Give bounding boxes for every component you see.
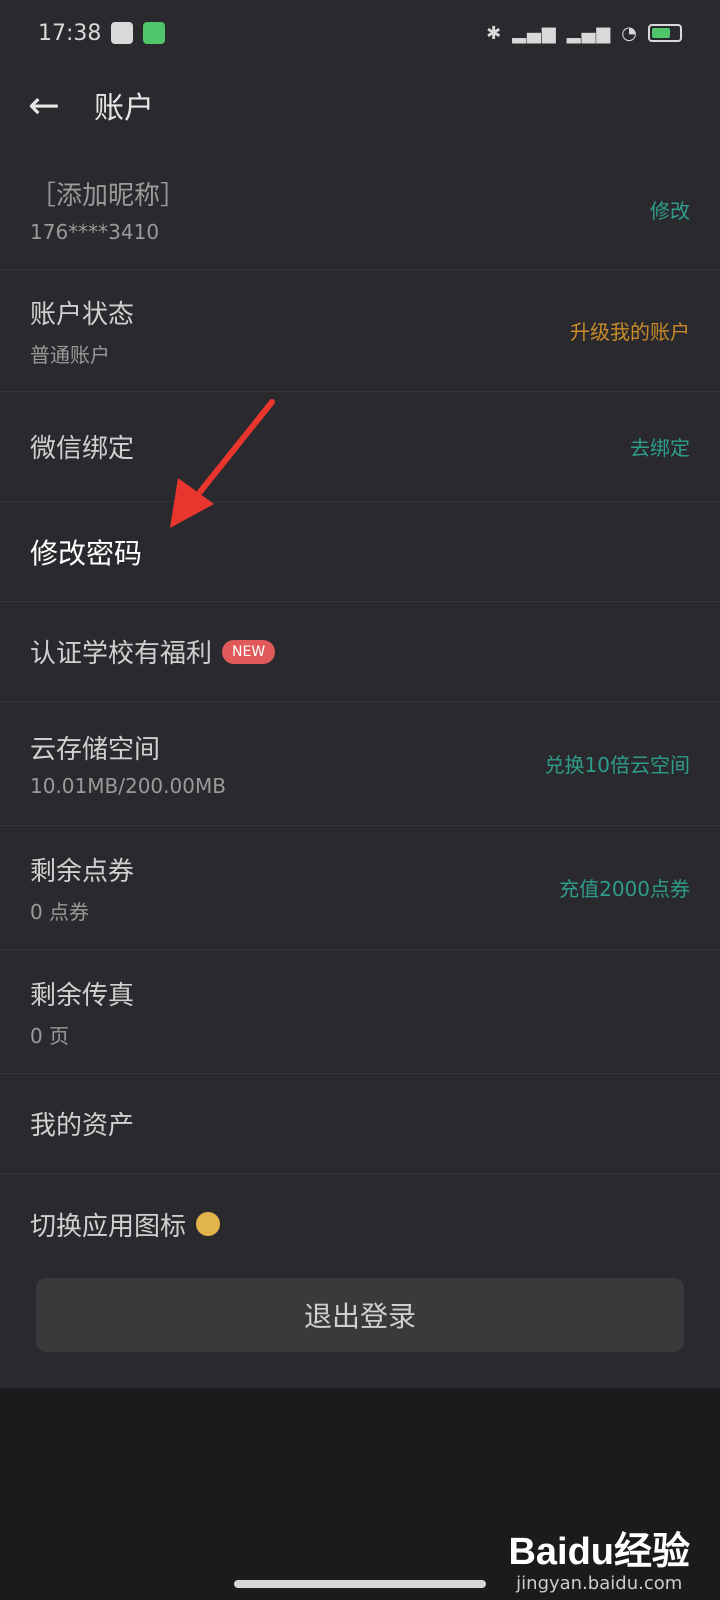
row-left: 剩余点券 0 点券 (30, 851, 134, 925)
message-icon (111, 22, 134, 44)
row-sub: 0 点券 (30, 899, 90, 924)
row-label: 剩余点券 (30, 856, 135, 887)
logout-button[interactable]: 退出登录 (36, 1278, 684, 1352)
row-left: 切换应用图标 (30, 1206, 221, 1243)
signal-icon: ▂▄▆ (512, 22, 557, 44)
nickname: ［添加昵称］ (30, 181, 187, 211)
row-wechat-binding[interactable]: 微信绑定 去绑定 (0, 392, 720, 502)
baidu-jingyan-watermark: Baidu经验 jingyan.baidu.com (508, 1520, 690, 1594)
row-change-password[interactable]: 修改密码 (0, 502, 720, 602)
row-left: 认证学校有福利 NEW (30, 633, 276, 670)
row-left: 我的资产 (30, 1105, 134, 1142)
signal-icon-2: ▂▄▆ (566, 22, 612, 44)
row-label: 账户状态 (30, 299, 135, 330)
status-right: ✱ ▂▄▆ ▂▄▆ ◔ (486, 23, 682, 44)
status-time: 17:38 (38, 20, 102, 46)
row-sub: 10.01MB/200.00MB (30, 774, 226, 798)
app-header: ← 账户 (0, 70, 720, 140)
status-bar: 17:38 ✱ ▂▄▆ ▂▄▆ ◔ (0, 0, 720, 66)
redeem-storage-link[interactable]: 兑换10倍云空间 (545, 749, 690, 778)
row-left: 修改密码 (30, 532, 142, 572)
phone-number: 176****3410 (30, 220, 160, 244)
row-my-assets[interactable]: 我的资产 (0, 1074, 720, 1174)
upgrade-account-link[interactable]: 升级我的账户 (570, 316, 690, 345)
bluetooth-icon: ✱ (486, 22, 503, 44)
profile-row[interactable]: ［添加昵称］ 176****3410 修改 (0, 150, 720, 270)
row-cloud-storage[interactable]: 云存储空间 10.01MB/200.00MB 兑换10倍云空间 (0, 702, 720, 826)
profile-info: ［添加昵称］ 176****3410 (30, 175, 186, 244)
row-left: 云存储空间 10.01MB/200.00MB (30, 729, 226, 798)
edit-profile-link[interactable]: 修改 (650, 195, 690, 224)
new-badge: NEW (222, 639, 276, 664)
row-remaining-coupons[interactable]: 剩余点券 0 点券 充值2000点券 (0, 826, 720, 950)
battery-icon (648, 24, 682, 42)
row-switch-app-icon[interactable]: 切换应用图标 (0, 1174, 720, 1274)
row-sub: 0 页 (30, 1023, 70, 1048)
wifi-icon: ◔ (621, 22, 638, 44)
row-label: 认证学校有福利 (30, 639, 213, 669)
row-left: 微信绑定 (30, 428, 134, 465)
row-left: 账户状态 普通账户 (30, 294, 134, 368)
watermark-logo: Baidu经验 (508, 1531, 690, 1573)
row-label: 我的资产 (30, 1111, 135, 1141)
recharge-coupons-link[interactable]: 充值2000点券 (559, 873, 690, 902)
bind-wechat-link[interactable]: 去绑定 (630, 432, 690, 461)
row-label-group: 认证学校有福利 NEW (30, 633, 276, 670)
account-settings-list: ［添加昵称］ 176****3410 修改 账户状态 普通账户 升级我的账户 微… (0, 150, 720, 1274)
home-indicator[interactable] (234, 1580, 486, 1588)
row-label: 修改密码 (30, 536, 143, 570)
row-account-status[interactable]: 账户状态 普通账户 升级我的账户 (0, 270, 720, 392)
row-label: 云存储空间 (30, 735, 161, 765)
row-sub: 普通账户 (30, 342, 110, 367)
row-label: 微信绑定 (30, 434, 135, 464)
row-left: 剩余传真 0 页 (30, 975, 134, 1049)
back-arrow-icon[interactable]: ← (28, 83, 76, 127)
row-label: 切换应用图标 (30, 1211, 187, 1242)
row-school-verification[interactable]: 认证学校有福利 NEW (0, 602, 720, 702)
crown-icon (196, 1212, 221, 1236)
page-title: 账户 (94, 91, 154, 126)
row-label: 剩余传真 (30, 980, 135, 1011)
row-label-group: 切换应用图标 (30, 1206, 221, 1243)
row-remaining-fax[interactable]: 剩余传真 0 页 (0, 950, 720, 1074)
watermark-url: jingyan.baidu.com (516, 1573, 683, 1594)
wechat-notification-icon (143, 22, 166, 44)
status-left: 17:38 (38, 20, 166, 46)
